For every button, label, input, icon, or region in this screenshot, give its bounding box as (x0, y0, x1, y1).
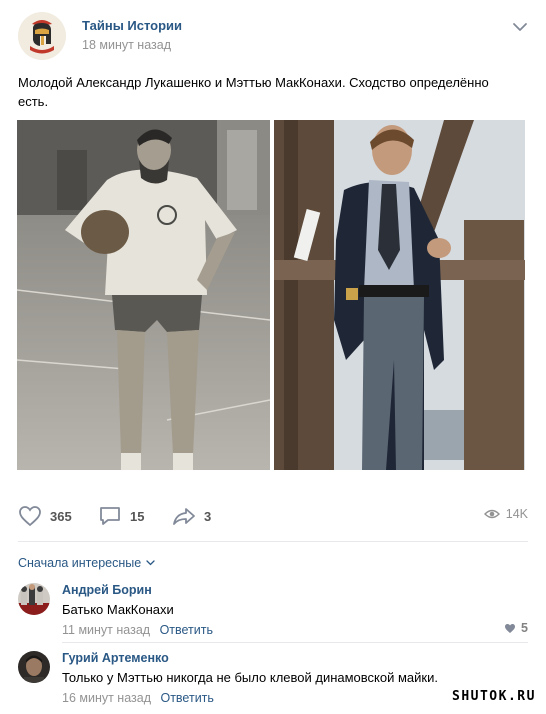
comment-bubble-icon (100, 507, 120, 525)
comment-author[interactable]: Гурий Артеменко (62, 651, 528, 665)
eye-icon (483, 509, 500, 519)
divider (62, 642, 528, 643)
share-button[interactable]: 3 (172, 503, 211, 529)
divider (18, 541, 528, 542)
post-meta: Тайны Истории 18 минут назад (82, 18, 182, 52)
avatar[interactable] (18, 583, 50, 615)
views-count: 14K (505, 507, 528, 521)
spartan-helmet-logo (18, 12, 66, 60)
user-photo-image (18, 651, 50, 683)
comment-count: 15 (130, 508, 145, 524)
reply-link[interactable]: Ответить (160, 623, 213, 637)
comments-sort-label: Сначала интересные (18, 556, 142, 570)
heart-icon (19, 506, 41, 527)
like-button[interactable]: 365 (18, 503, 72, 529)
comment-like-count: 5 (521, 621, 528, 635)
comment-text: Батько МакКонахи (62, 602, 174, 617)
comment-time[interactable]: 16 минут назад (62, 691, 151, 705)
comment-like-button[interactable]: 5 (504, 621, 528, 635)
post-text: Молодой Александр Лукашенко и Мэттью Мак… (18, 75, 489, 109)
actor-photo-image (274, 120, 525, 470)
post-actions: 365 15 3 14K (18, 503, 528, 529)
watermark: SHUTOK.RU (452, 689, 536, 704)
post-time[interactable]: 18 минут назад (82, 38, 182, 52)
comments-sort-dropdown[interactable]: Сначала интересные (18, 556, 155, 570)
share-arrow-icon (173, 508, 195, 525)
post-header: Тайны Истории 18 минут назад (18, 12, 528, 60)
post-photo-left[interactable] (17, 120, 270, 470)
chevron-down-icon (146, 560, 155, 566)
reply-link[interactable]: Ответить (160, 691, 213, 705)
heart-icon (505, 623, 516, 633)
vintage-photo-image (17, 120, 270, 470)
chevron-down-icon[interactable] (512, 22, 528, 32)
comment-author[interactable]: Андрей Борин (62, 583, 528, 597)
post-photo-right[interactable] (274, 120, 525, 470)
share-count: 3 (204, 508, 212, 524)
comment-meta: 11 минут назад Ответить (62, 623, 528, 637)
comment-button[interactable]: 15 (98, 503, 144, 529)
user-photo-image (18, 583, 50, 615)
comment-time[interactable]: 11 минут назад (62, 623, 150, 637)
comment-body: Андрей Борин Батько МакКонахи 11 минут н… (62, 583, 528, 637)
comment-text: Только у Мэттью никогда не было клевой д… (62, 670, 438, 685)
avatar[interactable] (18, 651, 50, 683)
group-avatar[interactable] (18, 12, 66, 60)
views-counter: 14K (483, 507, 528, 521)
like-count: 365 (50, 508, 72, 524)
post-author[interactable]: Тайны Истории (82, 18, 182, 33)
